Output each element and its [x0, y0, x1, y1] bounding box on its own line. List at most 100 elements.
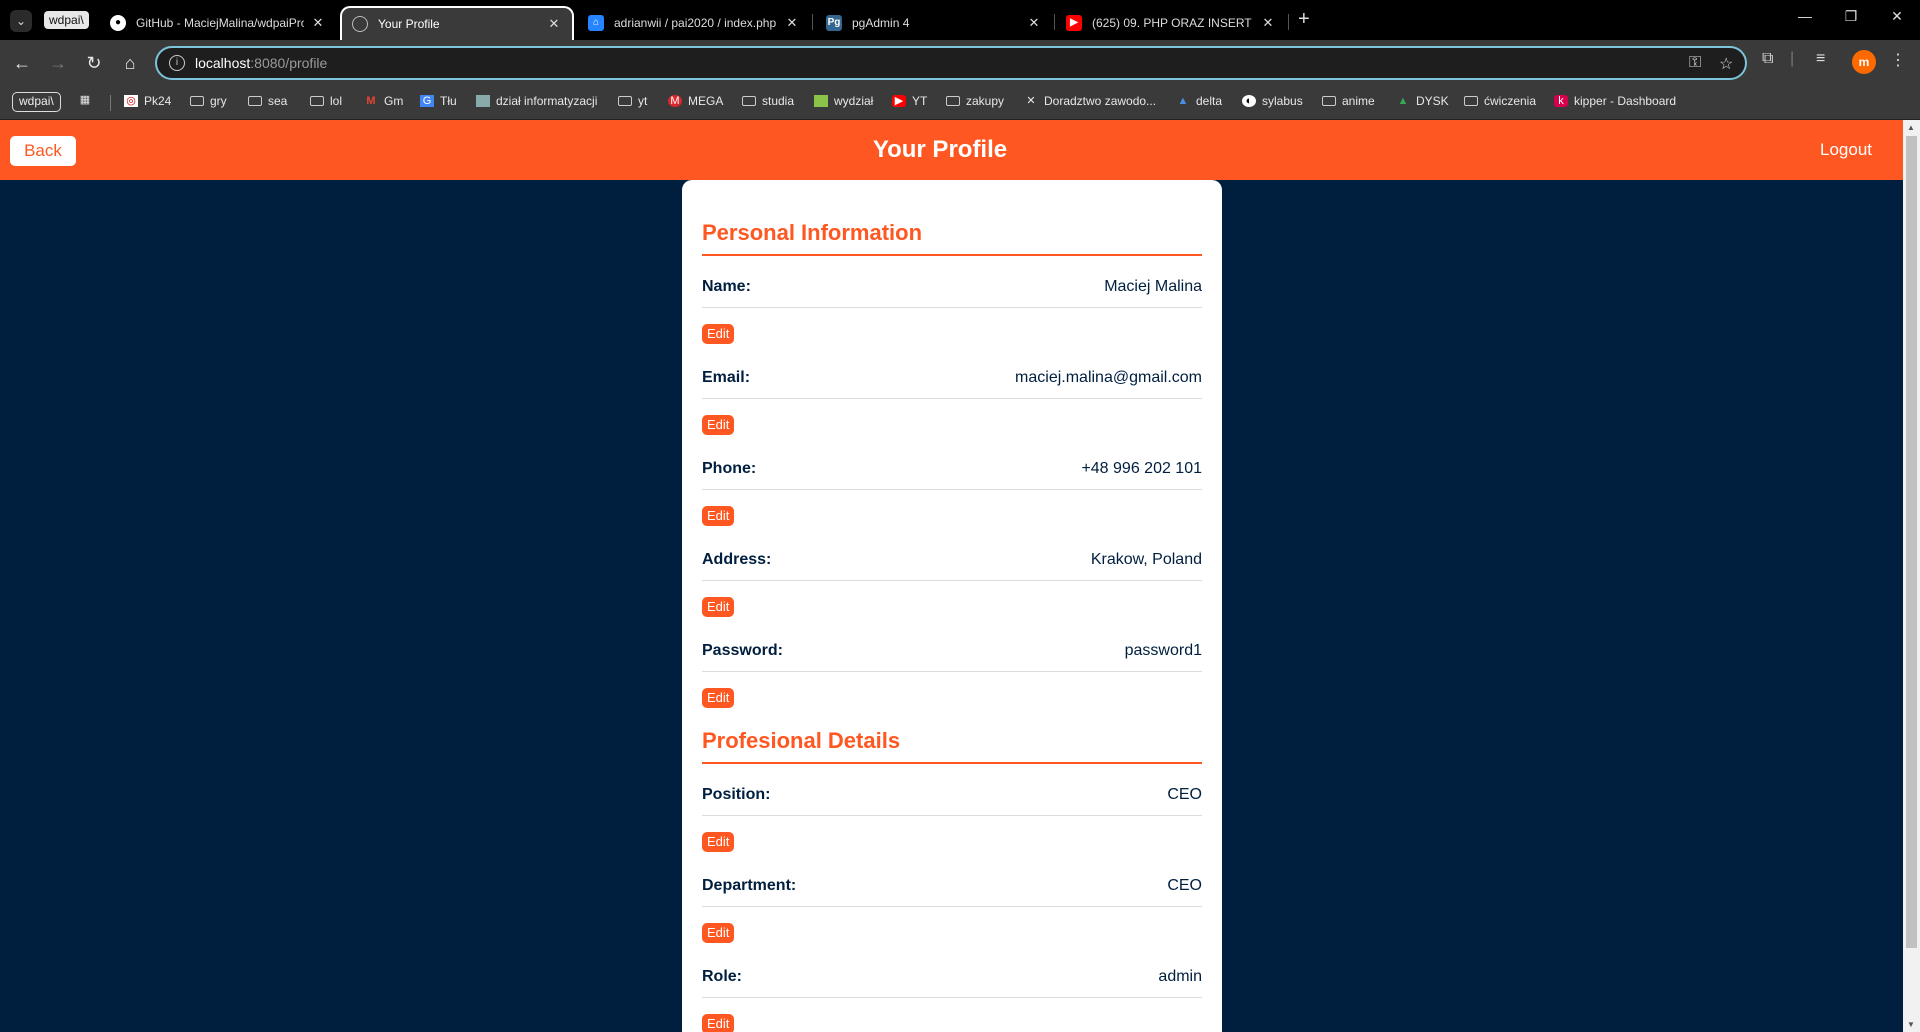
more-menu-icon[interactable]: ⋮	[1890, 50, 1906, 70]
edit-password-button[interactable]: Edit	[702, 688, 735, 708]
tab-github[interactable]: ● GitHub - MaciejMalina/wdpaiProject ✕	[100, 6, 336, 40]
close-icon[interactable]: ✕	[784, 15, 800, 31]
bookmark-item[interactable]: sea	[248, 94, 287, 108]
bookmark-item[interactable]: studia	[742, 94, 794, 108]
close-icon[interactable]: ✕	[1260, 15, 1276, 31]
scroll-down-icon[interactable]: ▼	[1907, 1020, 1915, 1029]
bookmark-label: gry	[210, 94, 227, 108]
field-row-position: Position: CEO	[702, 776, 1202, 816]
bookmark-item[interactable]: ◐ sylabus	[1242, 94, 1303, 108]
forward-arrow-icon[interactable]: →	[46, 51, 70, 75]
tab-title: GitHub - MaciejMalina/wdpaiProject	[136, 16, 304, 30]
field-value: Maciej Malina	[1104, 278, 1202, 295]
tab-bitbucket[interactable]: ⌂ adrianwii / pai2020 / index.php ✕	[578, 6, 810, 40]
folder-icon	[618, 96, 632, 106]
section-title-professional: Profesional Details	[702, 728, 1202, 764]
password-key-icon[interactable]: ⚿	[1689, 54, 1701, 72]
reload-icon[interactable]: ↻	[82, 51, 106, 75]
field-row-name: Name: Maciej Malina	[702, 268, 1202, 308]
bookmark-item[interactable]: wydział	[814, 94, 873, 108]
bookmark-item[interactable]: M MEGA	[668, 94, 723, 108]
tab-pgadmin[interactable]: Pg pgAdmin 4 ✕	[816, 6, 1052, 40]
folder-icon	[190, 96, 204, 106]
bookmark-item[interactable]: anime	[1322, 94, 1375, 108]
scroll-up-icon[interactable]: ▲	[1907, 123, 1915, 132]
bookmark-label: sylabus	[1262, 94, 1303, 108]
gmail-icon: M	[366, 95, 376, 107]
bookmark-item[interactable]: dział informatyzacji	[476, 94, 597, 108]
youtube-icon: ▶	[1066, 15, 1082, 31]
bookmark-item[interactable]: M Gm	[364, 94, 403, 108]
bookmark-item[interactable]: yt	[618, 94, 647, 108]
bookmark-item[interactable]: G Tłu	[420, 94, 457, 108]
edit-department-button[interactable]: Edit	[702, 923, 735, 943]
folder-icon	[946, 96, 960, 106]
close-icon[interactable]: ✕	[1026, 15, 1042, 31]
edit-email-button[interactable]: Edit	[702, 415, 735, 435]
close-icon[interactable]: ✕	[310, 15, 326, 31]
bookmark-group-chip[interactable]: wdpai\	[12, 92, 61, 112]
bookmark-item[interactable]: ◎ Pk24	[124, 94, 171, 108]
bookmark-item[interactable]: ✕ Doradztwo zawodo...	[1024, 94, 1156, 108]
back-arrow-icon[interactable]: ←	[10, 51, 34, 75]
bookmark-label: Gm	[384, 94, 404, 108]
new-tab-plus-icon[interactable]: +	[1298, 8, 1310, 31]
bookmark-item[interactable]: gry	[190, 94, 227, 108]
logout-link[interactable]: Logout	[1820, 140, 1872, 160]
extensions-icon[interactable]: ⧉	[1762, 50, 1773, 68]
home-icon[interactable]: ⌂	[118, 51, 142, 75]
tab-strip: ⌄ wdpai\ ● GitHub - MaciejMalina/wdpaiPr…	[0, 0, 1920, 40]
bookmark-star-icon[interactable]: ☆	[1719, 54, 1733, 74]
site-icon: ◐	[1242, 95, 1256, 107]
apps-grid-icon: ▦	[79, 94, 91, 106]
bookmark-label: yt	[638, 94, 648, 108]
toolbar-separator: |	[1790, 50, 1795, 67]
edit-role-button[interactable]: Edit	[702, 1014, 735, 1032]
tab-search-button[interactable]: ⌄	[10, 10, 32, 32]
bookmark-item[interactable]: lol	[310, 94, 342, 108]
edit-position-button[interactable]: Edit	[702, 832, 735, 852]
close-icon[interactable]: ✕	[546, 16, 562, 32]
tab-title: (625) 09. PHP ORAZ INSERT STATEMENT	[1092, 16, 1254, 30]
bookmark-item[interactable]: ćwiczenia	[1464, 94, 1536, 108]
profile-avatar[interactable]: m	[1852, 50, 1876, 74]
bookmark-label: delta	[1196, 94, 1223, 108]
bookmark-item[interactable]: ▲ delta	[1176, 94, 1222, 108]
bookmark-label: DYSK	[1416, 94, 1449, 108]
apps-grid-icon[interactable]: ▦	[78, 94, 98, 106]
github-icon: ●	[110, 15, 126, 31]
window-close-icon[interactable]: ✕	[1882, 8, 1912, 25]
bookmark-item[interactable]: ▲ DYSK	[1396, 94, 1449, 108]
media-control-icon[interactable]: ≡	[1816, 50, 1825, 68]
edit-name-button[interactable]: Edit	[702, 324, 735, 344]
bookmark-label: anime	[1342, 94, 1375, 108]
bookmark-item[interactable]: k kipper - Dashboard	[1554, 94, 1676, 108]
site-icon: ▲	[1177, 95, 1189, 107]
address-bar[interactable]: i localhost:8080/profile ⚿ ☆	[155, 46, 1747, 80]
site-info-icon[interactable]: i	[169, 55, 185, 71]
app-header: Back Your Profile Logout	[0, 120, 1903, 180]
tab-your-profile[interactable]: Your Profile ✕	[340, 6, 574, 40]
tab-separator	[1054, 14, 1055, 30]
field-value: Krakow, Poland	[1090, 551, 1202, 568]
bookmark-item[interactable]: ▶ YT	[892, 94, 927, 108]
bookmark-separator	[110, 95, 111, 111]
edit-phone-button[interactable]: Edit	[702, 506, 735, 526]
field-value: maciej.malina@gmail.com	[1015, 369, 1202, 386]
bookmark-label: sea	[268, 94, 288, 108]
edit-address-button[interactable]: Edit	[702, 597, 735, 617]
pk24-icon: ◎	[124, 95, 138, 107]
scrollbar-thumb[interactable]	[1906, 136, 1917, 948]
url-text[interactable]: localhost:8080/profile	[195, 55, 327, 71]
tab-youtube[interactable]: ▶ (625) 09. PHP ORAZ INSERT STATEMENT ✕	[1056, 6, 1286, 40]
tab-group-chip[interactable]: wdpai\	[44, 11, 89, 29]
field-label: Email:	[702, 369, 751, 386]
restore-icon[interactable]: ❐	[1836, 8, 1866, 25]
field-row-email: Email: maciej.malina@gmail.com	[702, 359, 1202, 399]
bitbucket-icon: ⌂	[588, 15, 604, 31]
page-scrollbar[interactable]: ▲ ▼	[1903, 120, 1920, 1032]
bookmark-item[interactable]: zakupy	[946, 94, 1004, 108]
minimize-icon[interactable]: —	[1790, 8, 1820, 24]
field-label: Address:	[702, 551, 772, 568]
profile-card: Personal Information Name: Maciej Malina…	[682, 180, 1222, 1032]
